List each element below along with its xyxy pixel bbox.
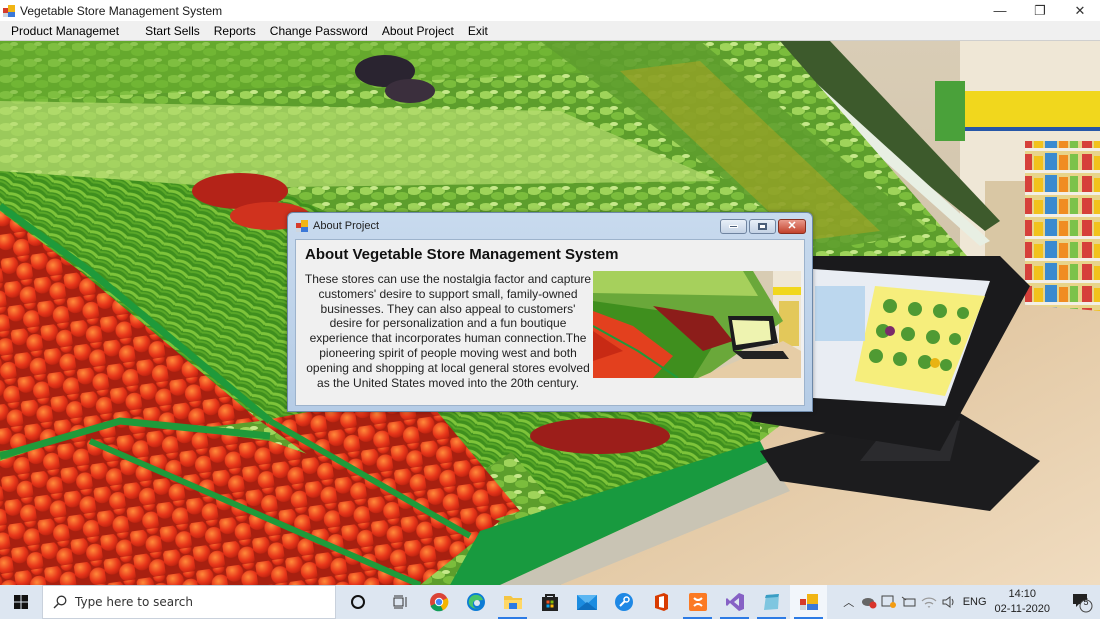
taskbar-chrome[interactable]	[420, 585, 457, 619]
menu-about-project[interactable]: About Project	[375, 21, 461, 41]
menu-change-password[interactable]: Change Password	[263, 21, 375, 41]
tray-app-icon	[881, 595, 896, 608]
close-icon: ✕	[787, 220, 797, 232]
menu-exit[interactable]: Exit	[461, 21, 495, 41]
mail-icon	[576, 595, 597, 610]
visual-studio-icon	[725, 593, 744, 611]
restore-icon: ❐	[1034, 2, 1046, 18]
about-project-dialog: About Project ✕ About Vegetable Store Ma…	[287, 212, 813, 412]
search-icon	[53, 595, 67, 609]
taskbar-office[interactable]	[642, 585, 679, 619]
xampp-icon	[688, 593, 707, 611]
minimize-icon: —	[993, 3, 1007, 18]
about-description: These stores can use the nostalgia facto…	[304, 272, 592, 390]
search-placeholder: Type here to search	[75, 595, 193, 609]
clock-date: 02-11-2020	[994, 603, 1050, 615]
cortana-icon	[351, 595, 365, 609]
maximize-icon	[758, 223, 767, 230]
battery-status[interactable]	[899, 585, 919, 619]
chevron-up-icon: ︿	[843, 597, 855, 609]
clock-time: 14:10	[1008, 588, 1037, 600]
dialog-minimize-button[interactable]	[720, 219, 747, 234]
taskbar-xampp[interactable]	[679, 585, 716, 619]
taskbar-settings-tool[interactable]	[605, 585, 642, 619]
menu-reports[interactable]: Reports	[207, 21, 263, 41]
dialog-content: About Vegetable Store Management System …	[295, 239, 805, 406]
taskbar: Type here to search ︿ ENG 14:10 02-11-20…	[0, 585, 1100, 619]
menu-product-management[interactable]: Product Managemet	[4, 21, 126, 41]
taskbar-edge[interactable]	[457, 585, 494, 619]
taskbar-vegetable-store-app[interactable]	[790, 585, 827, 619]
taskbar-store[interactable]	[531, 585, 568, 619]
notification-count: 5	[1083, 597, 1089, 607]
about-project-image	[593, 271, 801, 378]
taskbar-notepad[interactable]	[753, 585, 790, 619]
task-view-icon	[393, 595, 407, 609]
chrome-icon	[429, 593, 448, 612]
windows-logo-icon	[14, 595, 28, 609]
store-thumbnail-illustration	[593, 271, 801, 378]
close-button[interactable]: ✕	[1060, 0, 1100, 21]
speaker-icon	[942, 596, 954, 608]
onedrive-status[interactable]	[859, 585, 879, 619]
start-button[interactable]	[0, 585, 42, 619]
cloud-error-icon	[861, 598, 877, 609]
window-title: Vegetable Store Management System	[20, 3, 223, 18]
store-bag-icon	[541, 594, 558, 611]
folder-icon	[503, 596, 522, 609]
close-icon: ✕	[1074, 2, 1086, 18]
wrench-icon	[614, 593, 633, 611]
dialog-title: About Project	[313, 220, 380, 232]
network-status[interactable]	[919, 585, 939, 619]
edge-icon	[466, 593, 485, 611]
system-tray: ︿ ENG 14:10 02-11-2020 5	[839, 585, 1100, 619]
wifi-icon	[921, 597, 937, 608]
taskbar-file-explorer[interactable]	[494, 585, 531, 619]
dialog-titlebar[interactable]: About Project ✕	[288, 213, 812, 239]
task-view-button[interactable]	[380, 585, 420, 619]
restore-button[interactable]: ❐	[1020, 0, 1060, 21]
cortana-button[interactable]	[336, 585, 380, 619]
taskbar-search-input[interactable]: Type here to search	[42, 585, 336, 619]
input-language[interactable]: ENG	[963, 596, 987, 608]
menu-bar: Product Managemet Start Sells Reports Ch…	[0, 21, 1100, 41]
battery-plug-icon	[901, 596, 916, 607]
app-icon	[3, 4, 15, 17]
notepad-icon	[763, 594, 779, 610]
action-center-button[interactable]: 5	[1064, 585, 1100, 619]
clock[interactable]: 14:10 02-11-2020	[995, 587, 1050, 617]
window-titlebar: Vegetable Store Management System — ❐ ✕	[0, 0, 1100, 21]
taskbar-mail[interactable]	[568, 585, 605, 619]
office-icon	[654, 593, 668, 611]
show-hidden-icons-button[interactable]: ︿	[839, 585, 859, 619]
tray-app-status[interactable]	[879, 585, 899, 619]
minimize-icon	[729, 225, 738, 228]
dialog-maximize-button[interactable]	[749, 219, 776, 234]
about-heading: About Vegetable Store Management System	[305, 246, 619, 263]
menu-start-sells[interactable]: Start Sells	[138, 21, 207, 41]
dialog-app-icon	[296, 220, 308, 232]
taskbar-visual-studio[interactable]	[716, 585, 753, 619]
minimize-button[interactable]: —	[980, 0, 1020, 21]
volume-control[interactable]	[939, 585, 959, 619]
dialog-close-button[interactable]: ✕	[778, 219, 806, 234]
app-window-icon	[799, 594, 818, 610]
